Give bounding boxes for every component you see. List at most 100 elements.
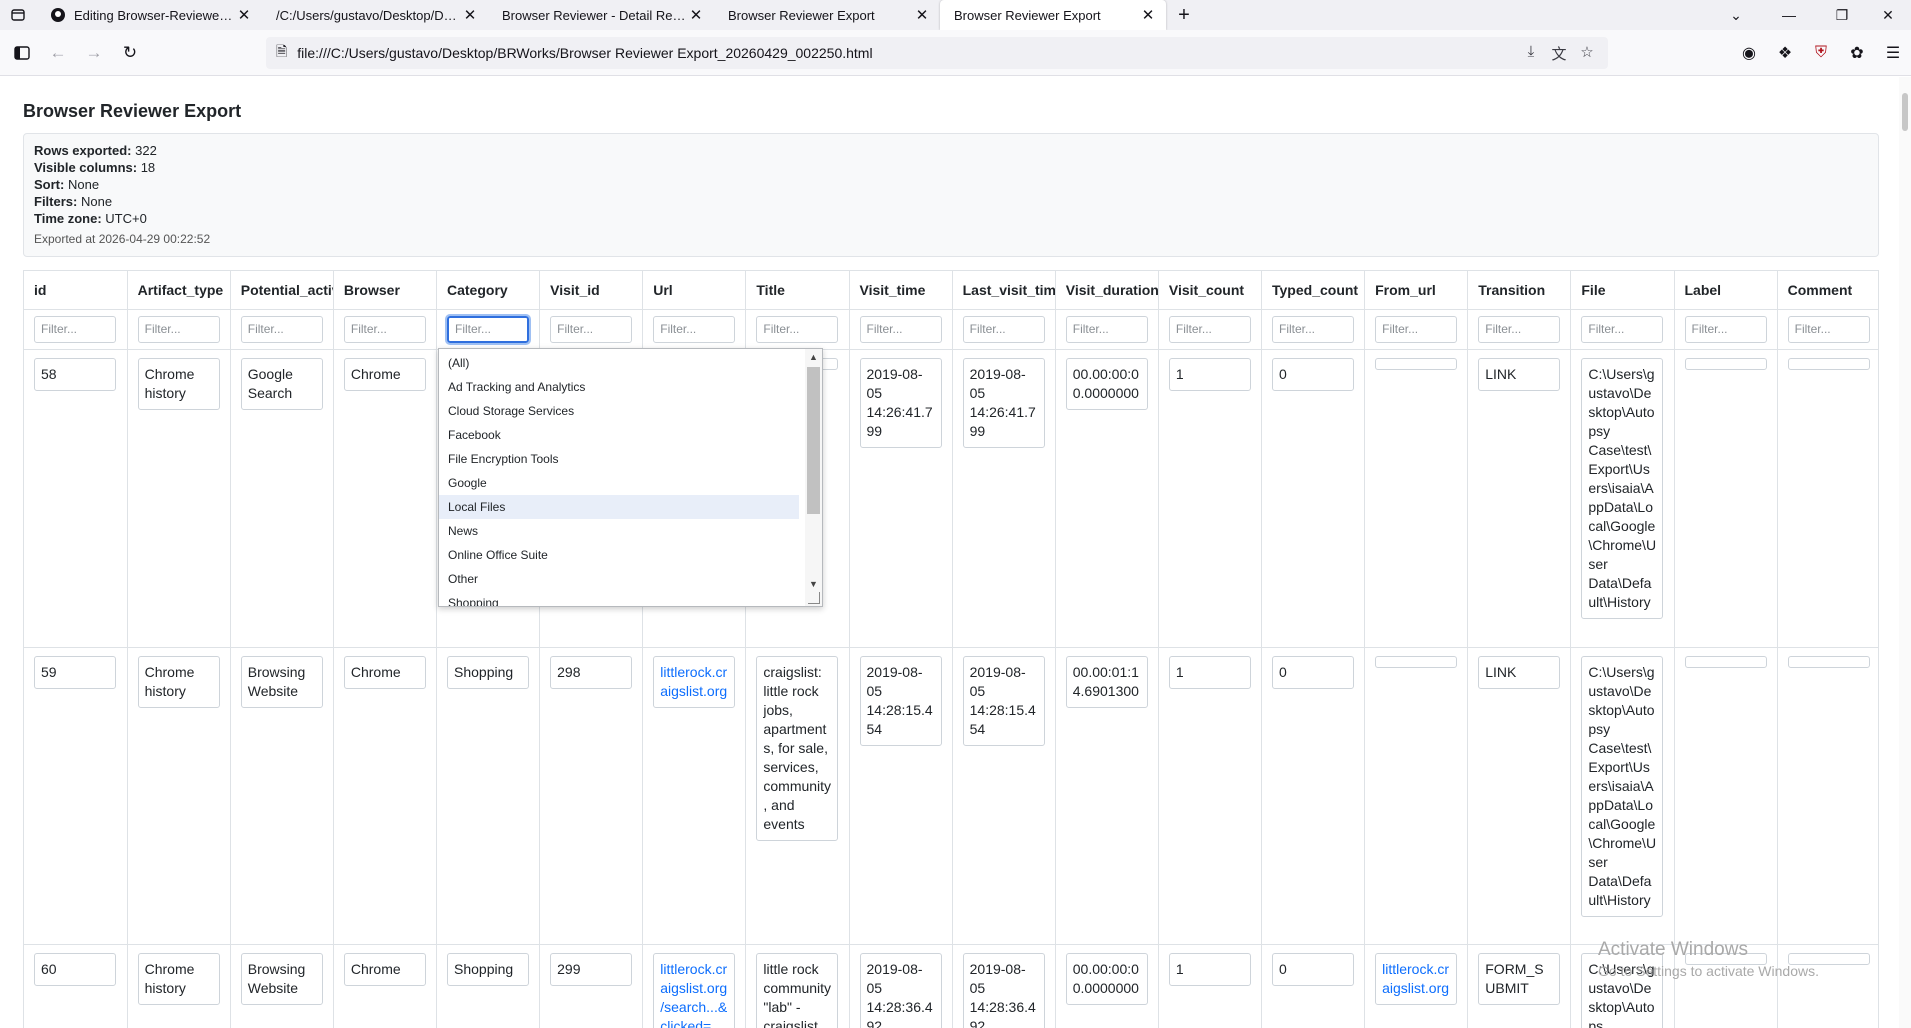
bookmark-star-icon[interactable]: ☆	[1576, 43, 1598, 64]
table-cell: C:\Users\gustavo\Desktop\Autopsy Case\te…	[1570, 349, 1675, 648]
column-header[interactable]: From_url	[1364, 271, 1469, 310]
column-filter-input[interactable]	[1168, 315, 1251, 343]
browser-tab[interactable]: /C:/Users/gustavo/Desktop/Desarro ✕	[262, 0, 488, 30]
column-header[interactable]: Visit_id	[539, 271, 644, 310]
restore-button[interactable]: ❐	[1819, 0, 1865, 30]
table-cell: 1	[1158, 349, 1263, 648]
url-link[interactable]: littlerock.craigslist.org/search...&clic…	[660, 961, 727, 1028]
browser-tab[interactable]: Browser Reviewer - Detail Report - D✕	[488, 0, 714, 30]
scroll-thumb[interactable]	[807, 367, 820, 514]
tab-title: Browser Reviewer Export	[954, 7, 1101, 23]
page-scrollbar[interactable]	[1899, 77, 1911, 1028]
url-link[interactable]: littlerock.craigslist.org	[660, 664, 727, 699]
column-filter-input[interactable]	[859, 315, 942, 343]
category-value: Shopping	[447, 655, 529, 689]
from-url-link[interactable]: littlerock.craigslist.org	[1382, 961, 1449, 996]
menu-icon[interactable]: ☰	[1875, 43, 1911, 63]
column-filter-input[interactable]	[34, 315, 116, 343]
reload-button[interactable]: ↻	[112, 37, 148, 69]
forward-button[interactable]: →	[76, 37, 112, 69]
column-header[interactable]: Category	[436, 271, 541, 310]
tab-close-icon[interactable]: ✕	[688, 6, 704, 24]
url-bar[interactable]: 🗎 file:///C:/Users/gustavo/Desktop/BRWor…	[266, 37, 1608, 69]
column-filter-input[interactable]	[137, 315, 220, 343]
page-scroll-thumb[interactable]	[1902, 93, 1908, 131]
column-header[interactable]: Typed_count	[1261, 271, 1366, 310]
column-filter-input[interactable]	[1375, 315, 1458, 343]
scroll-up-icon[interactable]: ▲	[807, 350, 820, 364]
dropdown-option[interactable]: Online Office Suite	[439, 543, 799, 567]
back-button[interactable]: ←	[40, 37, 76, 69]
tab-close-icon[interactable]: ✕	[462, 6, 478, 24]
minimize-button[interactable]: —	[1759, 0, 1819, 30]
table-cell: 2019-08-05 14:26:41.799	[952, 349, 1056, 648]
column-header[interactable]: Browser	[333, 271, 438, 310]
dropdown-option[interactable]: (All)	[439, 351, 799, 375]
column-header[interactable]: Artifact_type	[127, 271, 231, 310]
column-header[interactable]: Visit_time	[849, 271, 953, 310]
dropdown-option[interactable]: Local Files	[439, 495, 799, 519]
resize-handle-icon[interactable]	[808, 592, 820, 604]
column-filter-input[interactable]	[1478, 315, 1561, 343]
table-cell: 0	[1261, 647, 1366, 945]
dropdown-option[interactable]: Cloud Storage Services	[439, 399, 799, 423]
new-tab-button[interactable]: +	[1166, 0, 1202, 30]
table-cell: Chrome history	[127, 349, 231, 648]
column-header[interactable]: Visit_count	[1158, 271, 1263, 310]
translate-icon[interactable]: 文	[1548, 43, 1570, 64]
column-header[interactable]: Last_visit_time	[952, 271, 1056, 310]
tab-close-icon[interactable]: ✕	[914, 6, 930, 24]
filter-cell	[1364, 309, 1469, 350]
activate-windows-watermark: Activate Windows Go to Settings to activ…	[1598, 939, 1819, 979]
table-cell: Chrome history	[127, 944, 231, 1028]
table-cell: 00.00:01:14.6901300	[1055, 647, 1159, 945]
column-header[interactable]: Label	[1674, 271, 1778, 310]
column-filter-input[interactable]	[1684, 315, 1767, 343]
column-header[interactable]: id	[24, 271, 128, 310]
artifact-type-value: Chrome history	[137, 357, 220, 410]
dropdown-option[interactable]: Ad Tracking and Analytics	[439, 375, 799, 399]
dropdown-option[interactable]: Shopping	[439, 591, 799, 606]
extensions-icon[interactable]: ❖	[1767, 43, 1803, 63]
save-page-icon[interactable]: ⤓	[1520, 43, 1542, 64]
close-window-button[interactable]: ✕	[1865, 0, 1911, 30]
column-filter-input[interactable]	[962, 315, 1045, 343]
dropdown-option[interactable]: News	[439, 519, 799, 543]
column-filter-input[interactable]	[1581, 315, 1664, 343]
tab-close-icon[interactable]: ✕	[1140, 6, 1156, 24]
extension-icon[interactable]: ✿	[1839, 43, 1875, 63]
shield-icon[interactable]: ⛨	[1803, 44, 1839, 62]
column-filter-input[interactable]	[240, 315, 323, 343]
tab-close-icon[interactable]: ✕	[236, 6, 252, 24]
account-icon[interactable]: ◉	[1731, 43, 1767, 63]
column-header[interactable]: Transition	[1467, 271, 1572, 310]
column-filter-input[interactable]	[445, 313, 531, 345]
column-header[interactable]: Url	[642, 271, 747, 310]
dropdown-option[interactable]: Google	[439, 471, 799, 495]
column-filter-input[interactable]	[343, 315, 426, 343]
column-filter-input[interactable]	[1787, 315, 1870, 343]
dropdown-scrollbar[interactable]: ▲ ▼	[805, 349, 822, 606]
column-filter-input[interactable]	[1065, 315, 1148, 343]
column-header[interactable]: Potential_activi	[230, 271, 334, 310]
dropdown-option[interactable]: File Encryption Tools	[439, 447, 799, 471]
column-filter-input[interactable]	[653, 315, 736, 343]
browser-tab[interactable]: Browser Reviewer Export ✕	[714, 0, 940, 30]
column-filter-input[interactable]	[756, 315, 839, 343]
column-header[interactable]: File	[1570, 271, 1675, 310]
browser-tab[interactable]: Browser Reviewer Export ✕	[940, 0, 1166, 30]
column-header[interactable]: Comment	[1777, 271, 1878, 310]
column-filter-input[interactable]	[1272, 315, 1354, 343]
column-filter-input[interactable]	[550, 315, 633, 343]
tab-list-button[interactable]	[0, 0, 36, 30]
category-filter-dropdown[interactable]: (All) Ad Tracking and Analytics Cloud Stor…	[438, 348, 823, 607]
url-text[interactable]: file:///C:/Users/gustavo/Desktop/BRWorks…	[297, 45, 1520, 61]
column-header[interactable]: Visit_duration	[1055, 271, 1159, 310]
column-header[interactable]: Title	[745, 271, 850, 310]
browser-tab[interactable]: Editing Browser-Reviewer/README✕	[36, 0, 262, 30]
sidebar-toggle-icon[interactable]	[4, 37, 40, 69]
list-all-tabs-icon[interactable]: ⌄	[1713, 0, 1759, 30]
dropdown-option[interactable]: Facebook	[439, 423, 799, 447]
scroll-down-icon[interactable]: ▼	[807, 577, 820, 591]
dropdown-option[interactable]: Other	[439, 567, 799, 591]
